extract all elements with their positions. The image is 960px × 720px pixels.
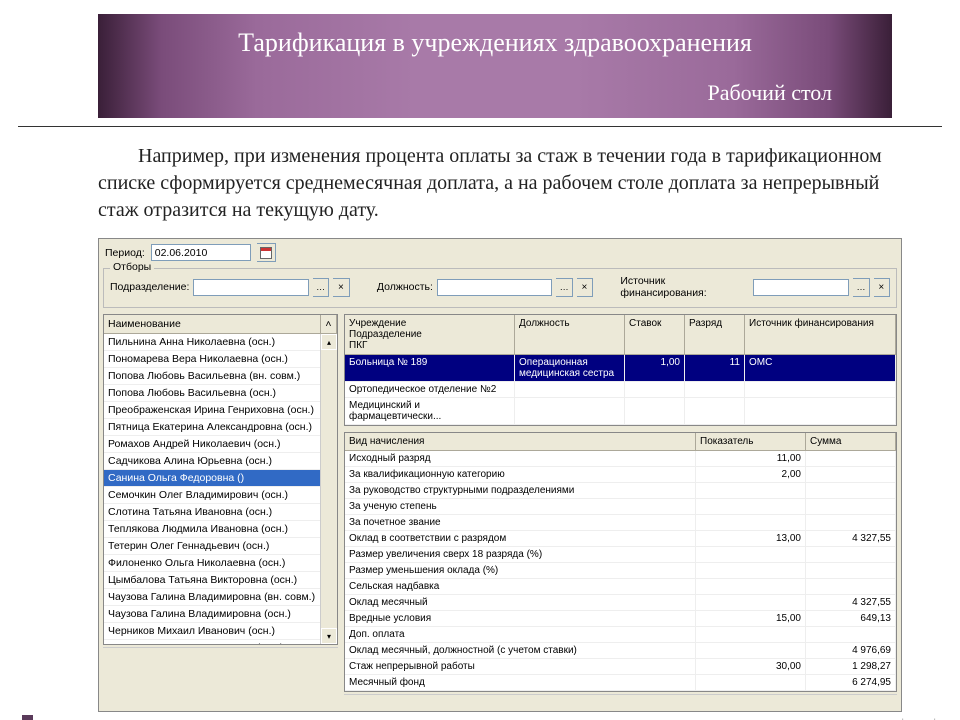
scroll-down-button[interactable]: ▾	[321, 628, 337, 644]
slide-subtitle: Рабочий стол	[128, 80, 862, 106]
slide-paragraph: Например, при изменения процента оплаты …	[98, 143, 892, 224]
divider	[18, 126, 942, 127]
list-item[interactable]: Попова Любовь Васильевна (вн. совм.)	[104, 368, 337, 385]
list-item[interactable]: Теплякова Людмила Ивановна (осн.)	[104, 521, 337, 538]
table-row[interactable]: Оклад месячный4 327,55	[345, 595, 896, 611]
list-item[interactable]: Чаузова Галина Владимировна (вн. совм.)	[104, 589, 337, 606]
institution-body[interactable]: Больница № 189Операционная медицинская с…	[345, 355, 896, 425]
table-row[interactable]: За ученую степень	[345, 499, 896, 515]
filters-fieldset: Отборы Подразделение: …× Должность: …× И…	[103, 268, 897, 308]
dept-filter-clear-button[interactable]: ×	[333, 278, 349, 297]
inst-header-org-line3: ПКГ	[349, 340, 510, 351]
table-row[interactable]: Медицинский и фармацевтически...	[345, 398, 896, 425]
table-row[interactable]: Оклад в соответствии с разрядом13,004 32…	[345, 531, 896, 547]
period-input[interactable]: 02.06.2010	[151, 244, 251, 261]
list-item[interactable]: Слотина Татьяна Ивановна (осн.)	[104, 504, 337, 521]
period-toolbar: Период: 02.06.2010	[99, 239, 901, 266]
calc-header-indicator[interactable]: Показатель	[696, 433, 806, 451]
dept-filter-label: Подразделение:	[110, 281, 189, 293]
dept-filter-input[interactable]	[193, 279, 309, 296]
calc-header-kind[interactable]: Вид начисления	[345, 433, 696, 451]
inst-header-rate[interactable]: Ставок	[625, 315, 685, 355]
table-row[interactable]: Доп. оплата	[345, 627, 896, 643]
filters-legend: Отборы	[110, 261, 154, 273]
inst-header-position[interactable]: Должность	[515, 315, 625, 355]
bullet-square-icon	[22, 715, 33, 720]
list-item[interactable]: Попова Любовь Васильевна (осн.)	[104, 385, 337, 402]
finsrc-filter-clear-button[interactable]: ×	[874, 278, 890, 297]
period-label: Период:	[105, 247, 145, 259]
slide-title-box: Тарификация в учреждениях здравоохранени…	[98, 14, 892, 118]
horizontal-scrollbar-right[interactable]	[344, 694, 897, 711]
table-row[interactable]: Вредные условия15,00649,13	[345, 611, 896, 627]
finsrc-filter-ellipsis-button[interactable]: …	[853, 278, 869, 297]
list-item[interactable]: Цымбалова Татьяна Викторовна (осн.)	[104, 572, 337, 589]
position-filter-input[interactable]	[437, 279, 553, 296]
list-item[interactable]: Ромахов Андрей Николаевич (осн.)	[104, 436, 337, 453]
list-item[interactable]: Тетерин Олег Геннадьевич (осн.)	[104, 538, 337, 555]
finsrc-filter-label: Источник финансирования:	[620, 275, 749, 299]
calendar-icon	[260, 247, 272, 259]
table-row[interactable]: Месячный фонд6 274,95	[345, 675, 896, 691]
table-row[interactable]: За квалификационную категорию2,00	[345, 467, 896, 483]
scroll-up-button[interactable]: ▴	[321, 334, 337, 350]
table-row[interactable]: Стаж непрерывной работы30,001 298,27	[345, 659, 896, 675]
calc-header-sum[interactable]: Сумма	[806, 433, 896, 451]
table-row[interactable]: Размер увеличения сверх 18 разряда (%)	[345, 547, 896, 563]
list-item[interactable]: Преображенская Ирина Генриховна (осн.)	[104, 402, 337, 419]
list-item[interactable]: Семочкин Олег Владимирович (осн.)	[104, 487, 337, 504]
table-row[interactable]: Размер уменьшения оклада (%)	[345, 563, 896, 579]
watermark: myshared.ru	[876, 716, 954, 720]
list-item[interactable]: Пономарева Вера Николаевна (осн.)	[104, 351, 337, 368]
names-list[interactable]: ▴ ▾ Пильнина Анна Николаевна (осн.)Поном…	[104, 334, 337, 644]
slide-title: Тарификация в учреждениях здравоохранени…	[128, 28, 862, 58]
position-filter-label: Должность:	[377, 281, 433, 293]
scroll-up-icon[interactable]: ˄	[321, 315, 337, 334]
position-filter-clear-button[interactable]: ×	[577, 278, 593, 297]
list-item[interactable]: Чаузова Галина Владимировна (осн.)	[104, 606, 337, 623]
names-header[interactable]: Наименование	[104, 315, 321, 334]
table-row[interactable]: Сельская надбавка	[345, 579, 896, 595]
inst-header-org[interactable]: Учреждение Подразделение ПКГ	[345, 315, 515, 355]
list-item[interactable]: Садчикова Алина Юрьевна (осн.)	[104, 453, 337, 470]
list-item[interactable]: Шимко Маргарита Федоровна (осн.)	[104, 640, 337, 644]
list-item[interactable]: Санина Ольга Федоровна ()	[104, 470, 337, 487]
names-grid: Наименование ˄ ▴ ▾ Пильнина Анна Николае…	[103, 314, 338, 645]
table-row[interactable]: За руководство структурными подразделени…	[345, 483, 896, 499]
inst-header-grade[interactable]: Разряд	[685, 315, 745, 355]
calc-grid: Вид начисления Показатель Сумма Исходный…	[344, 432, 897, 692]
list-item[interactable]: Филоненко Ольга Николаевна (осн.)	[104, 555, 337, 572]
table-row[interactable]: Исходный разряд11,00	[345, 451, 896, 467]
dept-filter-ellipsis-button[interactable]: …	[313, 278, 329, 297]
table-row[interactable]: Оклад месячный, должностной (с учетом ст…	[345, 643, 896, 659]
position-filter-ellipsis-button[interactable]: …	[556, 278, 572, 297]
table-row[interactable]: Больница № 189Операционная медицинская с…	[345, 355, 896, 382]
list-item[interactable]: Черников Михаил Иванович (осн.)	[104, 623, 337, 640]
inst-header-org-line2: Подразделение	[349, 329, 510, 340]
table-row[interactable]: Ортопедическое отделение №2	[345, 382, 896, 398]
list-item[interactable]: Пильнина Анна Николаевна (осн.)	[104, 334, 337, 351]
inst-header-org-line1: Учреждение	[349, 318, 510, 329]
inst-header-src[interactable]: Источник финансирования	[745, 315, 896, 355]
calc-body[interactable]: Исходный разряд11,00За квалификационную …	[345, 451, 896, 691]
vertical-scrollbar[interactable]: ▴ ▾	[320, 334, 337, 644]
horizontal-scrollbar-left[interactable]	[103, 647, 338, 664]
table-row[interactable]: За почетное звание	[345, 515, 896, 531]
finsrc-filter-input[interactable]	[753, 279, 849, 296]
app-window: Период: 02.06.2010 Отборы Подразделение:…	[98, 238, 902, 712]
list-item[interactable]: Пятница Екатерина Александровна (осн.)	[104, 419, 337, 436]
calendar-button[interactable]	[257, 243, 276, 262]
institution-grid: Учреждение Подразделение ПКГ Должность С…	[344, 314, 897, 426]
